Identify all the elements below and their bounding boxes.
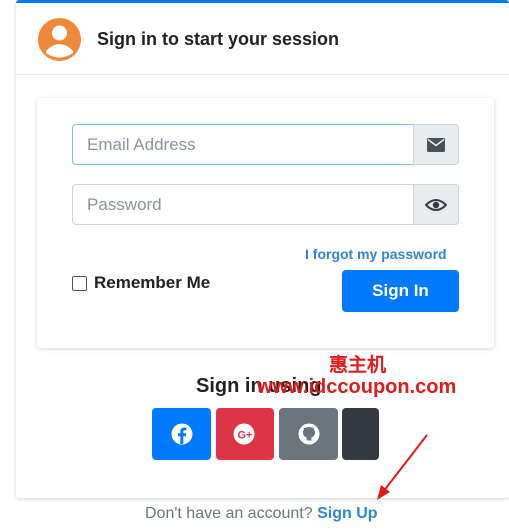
signup-prompt-text: Don't have an account? bbox=[145, 505, 313, 522]
annotation-arrow bbox=[377, 434, 428, 500]
sign-up-link[interactable]: Sign Up bbox=[317, 505, 377, 522]
signup-prompt: Don't have an account? Sign Up bbox=[145, 505, 378, 523]
